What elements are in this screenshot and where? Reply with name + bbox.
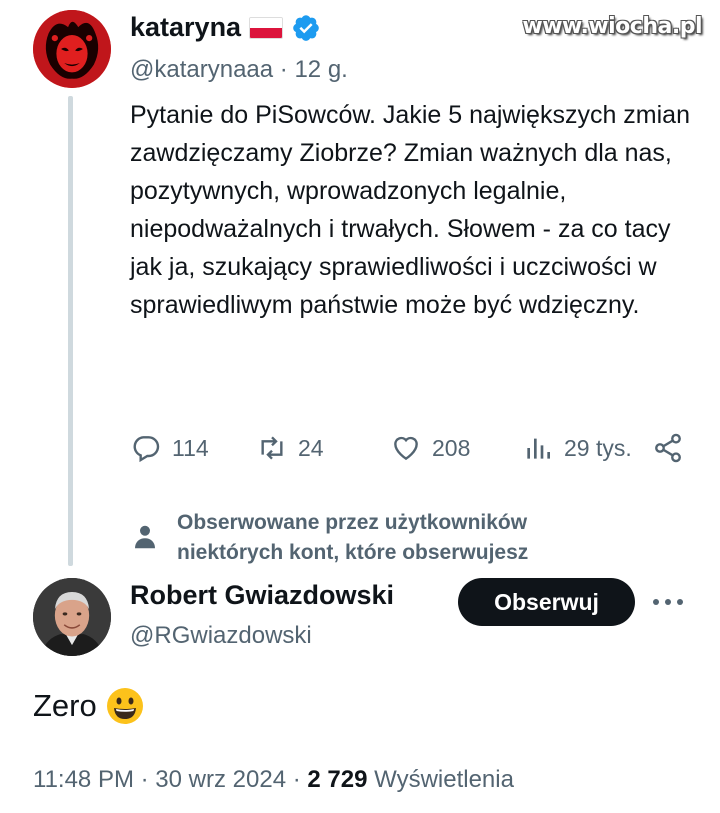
- reply-views-count: 2 729: [307, 766, 368, 793]
- separator-dot: ·: [140, 766, 149, 793]
- katarzyna-avatar[interactable]: [33, 10, 111, 88]
- reply-count: 114: [172, 434, 209, 461]
- followed-note-line2: niektórych kont, które obserwujesz: [177, 541, 529, 564]
- grinning-face-emoji: [106, 688, 143, 724]
- reply-text: Zero: [33, 688, 97, 723]
- tweet-time[interactable]: 12 g.: [294, 56, 347, 83]
- reply-views-label[interactable]: Wyświetlenia: [374, 766, 514, 793]
- reply-icon: [133, 436, 160, 463]
- tweet-text: Pytanie do PiSowców. Jakie 5 największyc…: [130, 101, 690, 319]
- share-icon: [655, 433, 681, 463]
- reply-time[interactable]: 11:48 PM: [33, 766, 134, 793]
- tweet-handle-row: @katarynaaa · 12 g.: [130, 56, 348, 84]
- tweet-actions: 114 24 208 29 tys.: [130, 432, 690, 472]
- reply-author-name[interactable]: Robert Gwiazdowski: [130, 580, 394, 611]
- separator-dot: ·: [279, 56, 288, 83]
- retweet-action[interactable]: 24: [256, 432, 324, 464]
- reply-handle[interactable]: @RGwiazdowski: [130, 622, 312, 650]
- like-count: 208: [432, 434, 471, 461]
- verified-badge-icon: [293, 14, 319, 41]
- share-action[interactable]: [652, 432, 684, 464]
- reply-date[interactable]: 30 wrz 2024: [155, 766, 286, 793]
- more-options-icon[interactable]: [648, 588, 688, 616]
- thread-line: [68, 96, 73, 566]
- reply-action[interactable]: 114: [130, 432, 209, 464]
- reply-meta: 11:48 PM · 30 wrz 2024 · 2 729 Wyświetle…: [33, 766, 514, 794]
- robert-gwiazdowski-avatar[interactable]: [33, 578, 111, 656]
- tweet-author-row: kataryna: [130, 12, 321, 43]
- views-icon: [527, 438, 550, 459]
- follow-button[interactable]: Obserwuj: [458, 578, 635, 626]
- tweet-author-name[interactable]: kataryna: [130, 12, 241, 43]
- flag-poland-icon: [249, 16, 284, 39]
- retweet-count: 24: [298, 434, 324, 461]
- views-action[interactable]: 29 tys.: [522, 432, 632, 464]
- like-icon: [394, 436, 418, 461]
- retweet-icon: [261, 436, 283, 460]
- separator-dot: ·: [292, 766, 301, 793]
- reply-text-row: Zero: [33, 686, 145, 726]
- tweet-handle[interactable]: @katarynaaa: [130, 56, 273, 83]
- person-icon: [135, 525, 155, 549]
- like-action[interactable]: 208: [390, 432, 470, 464]
- followed-note-line1: Obserwowane przez użytkowników: [177, 511, 528, 534]
- watermark: www.wiocha.pl: [522, 14, 702, 39]
- view-count: 29 tys.: [564, 434, 632, 461]
